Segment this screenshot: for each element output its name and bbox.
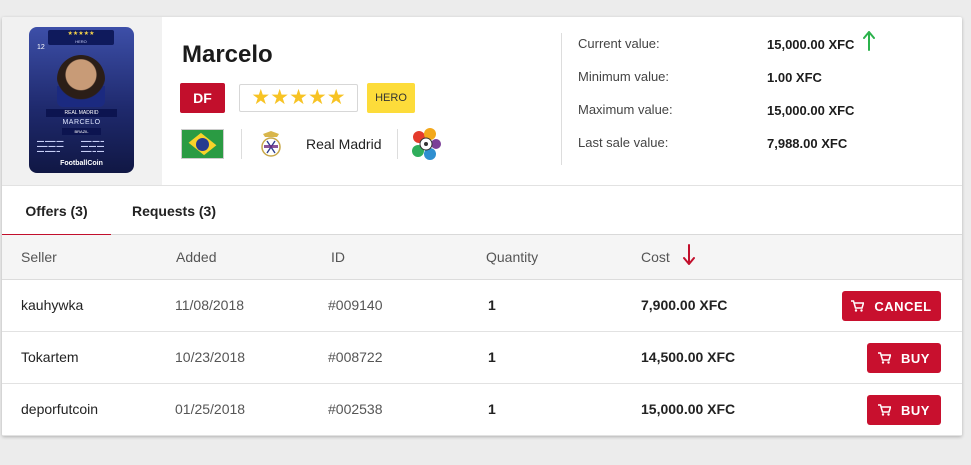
offer-id: #009140 [328, 297, 383, 313]
card-rarity: HERO [75, 39, 87, 44]
cart-icon [878, 352, 892, 364]
cost: 15,000.00 XFC [641, 401, 736, 417]
maximum-value-label: Maximum value: [578, 102, 673, 117]
column-seller[interactable]: Seller [21, 235, 57, 279]
card-number: 12 [37, 44, 45, 51]
player-card-image[interactable]: ★★★★★ HERO 12 REAL MADRID MARCELO BRAZIL… [29, 27, 134, 173]
card-stars: ★★★★★ [67, 31, 95, 37]
cancel-button[interactable]: CANCEL [842, 291, 941, 321]
tab-bar: Offers (3) Requests (3) [2, 185, 962, 237]
table-row: kauhywka 11/08/2018 #009140 1 7,900.00 X… [2, 280, 962, 332]
star-rating: ★★★★★ [239, 84, 358, 112]
card-country: BRAZIL [62, 128, 101, 135]
tab-requests[interactable]: Requests (3) [118, 186, 230, 236]
player-card-area: ★★★★★ HERO 12 REAL MADRID MARCELO BRAZIL… [2, 17, 162, 185]
laliga-logo-icon [412, 128, 441, 160]
offer-id: #002538 [328, 401, 383, 417]
tab-offers[interactable]: Offers (3) [2, 186, 111, 237]
card-brand: FootballCoin [60, 160, 103, 167]
sort-down-arrow-icon[interactable] [682, 244, 696, 266]
cart-icon [878, 404, 892, 416]
column-id[interactable]: ID [331, 235, 345, 279]
cost: 14,500.00 XFC [641, 349, 736, 365]
added-date: 01/25/2018 [175, 401, 246, 417]
player-market-panel: ★★★★★ HERO 12 REAL MADRID MARCELO BRAZIL… [2, 17, 962, 436]
card-player-name: MARCELO [62, 119, 101, 126]
buy-button-label: BUY [901, 350, 930, 366]
last-sale-value-label: Last sale value: [578, 135, 669, 150]
table-header: Seller Added ID Quantity Cost [2, 235, 962, 280]
trend-up-arrow-icon [863, 31, 875, 51]
table-row: deporfutcoin 01/25/2018 #002538 1 15,000… [2, 384, 962, 436]
player-header: ★★★★★ HERO 12 REAL MADRID MARCELO BRAZIL… [2, 17, 962, 185]
column-added[interactable]: Added [176, 235, 216, 279]
added-date: 11/08/2018 [175, 297, 245, 313]
divider [241, 129, 242, 159]
buy-button-label: BUY [901, 402, 930, 418]
minimum-value: 1.00 XFC [767, 70, 822, 85]
cancel-button-label: CANCEL [874, 298, 932, 314]
buy-button[interactable]: BUY [867, 395, 941, 425]
seller-name: Tokartem [21, 349, 79, 365]
current-value: 15,000.00 XFC [767, 37, 855, 52]
quantity: 1 [488, 349, 496, 365]
current-value-label: Current value: [578, 36, 660, 51]
divider [397, 129, 398, 159]
player-photo [57, 55, 105, 107]
card-stars-band: ★★★★★ HERO [48, 30, 114, 45]
table-row: Tokartem 10/23/2018 #008722 1 14,500.00 … [2, 332, 962, 384]
offer-id: #008722 [328, 349, 383, 365]
card-club: REAL MADRID [46, 109, 117, 117]
cart-icon [851, 300, 865, 312]
seller-name: kauhywka [21, 297, 84, 313]
column-cost[interactable]: Cost [641, 235, 670, 279]
column-quantity[interactable]: Quantity [486, 235, 538, 279]
rarity-badge: HERO [367, 83, 415, 113]
header-divider [561, 33, 562, 165]
brazil-flag-icon [181, 129, 224, 159]
last-sale-value: 7,988.00 XFC [767, 136, 848, 151]
added-date: 10/23/2018 [175, 349, 246, 365]
quantity: 1 [488, 401, 496, 417]
buy-button[interactable]: BUY [867, 343, 941, 373]
card-stats: ▬▬ ▬▬▬ ▬▬ ▬▬▬ ▬▬ ▬ ▬▬▬ ▬▬ ▬▬ ▬▬ ▬▬ ▬▬ ▬▬ ▬… [37, 139, 104, 153]
maximum-value: 15,000.00 XFC [767, 103, 855, 118]
minimum-value-label: Minimum value: [578, 69, 670, 84]
real-madrid-crest-icon [261, 131, 281, 157]
seller-name: deporfutcoin [21, 401, 99, 417]
player-name: Marcelo [182, 41, 273, 68]
quantity: 1 [488, 297, 496, 313]
position-badge: DF [180, 83, 225, 113]
club-name: Real Madrid [306, 136, 382, 152]
cost: 7,900.00 XFC [641, 297, 728, 313]
